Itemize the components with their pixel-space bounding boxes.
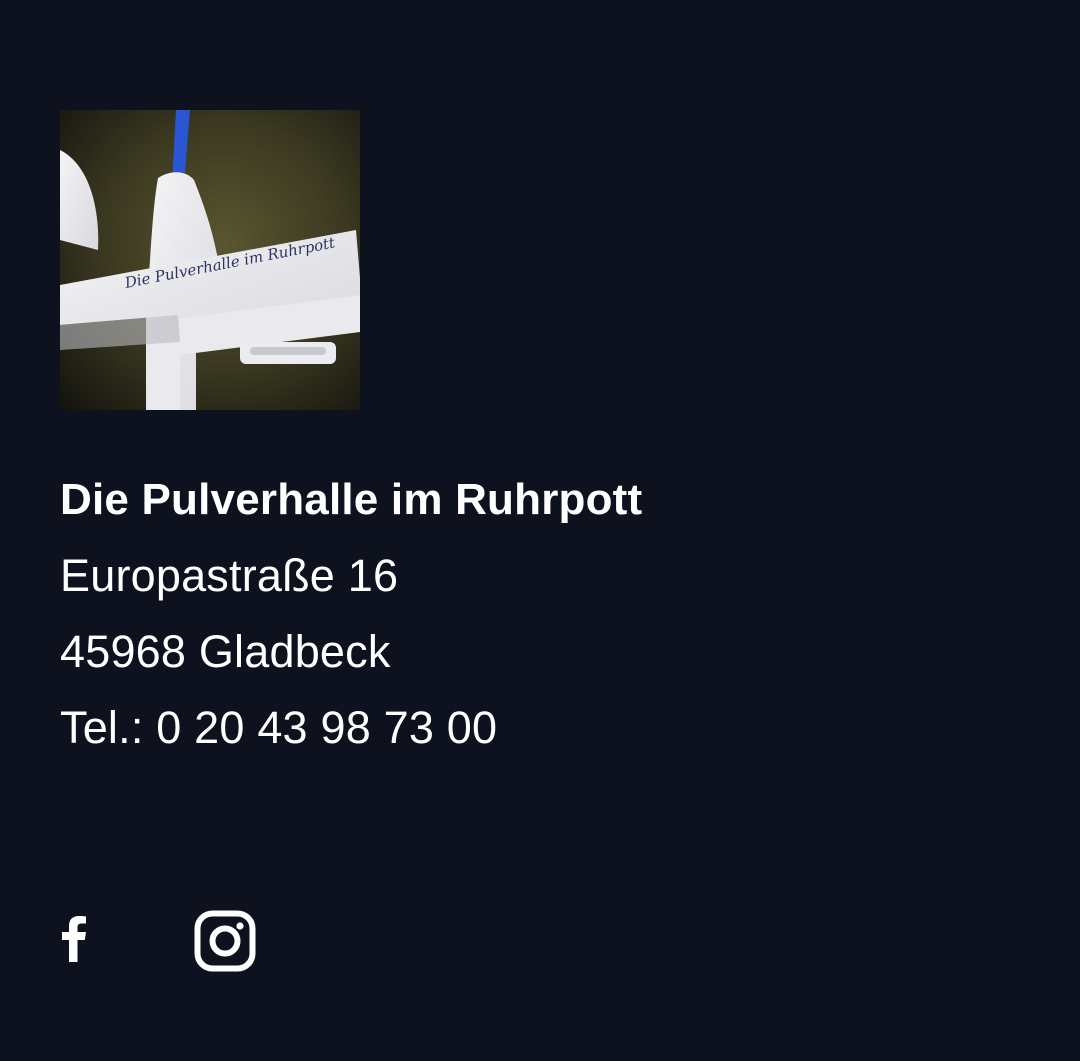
logo-image: Die Pulverhalle im Ruhrpott (60, 110, 360, 410)
street-address: Europastraße 16 (60, 550, 399, 601)
phone-number[interactable]: Tel.: 0 20 43 98 73 00 (60, 690, 642, 766)
instagram-icon (194, 910, 256, 972)
instagram-link[interactable] (194, 910, 256, 972)
venue-name: Die Pulverhalle im Ruhrpott (60, 475, 643, 524)
facebook-icon (62, 916, 86, 962)
city-postcode: 45968 Gladbeck (60, 626, 391, 677)
contact-address: Die Pulverhalle im Ruhrpott Europastraße… (60, 462, 642, 766)
site-footer: Die Pulverhalle im Ruhrpott Die Pulverha… (0, 0, 1080, 1061)
facebook-link[interactable] (60, 910, 90, 970)
